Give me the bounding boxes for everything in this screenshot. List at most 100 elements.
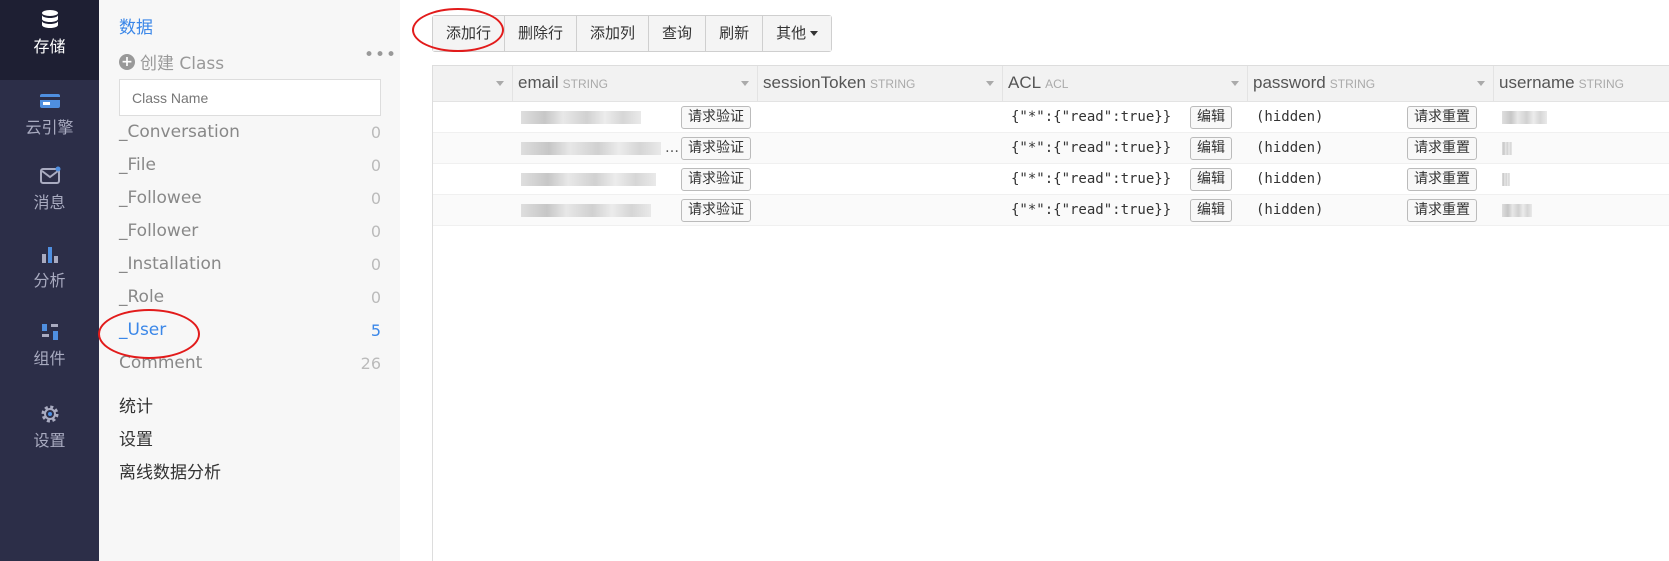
redacted-username <box>1502 111 1547 124</box>
redacted-username <box>1502 204 1532 217</box>
refresh-button[interactable]: 刷新 <box>706 16 764 51</box>
class-item-count: 26 <box>360 354 381 373</box>
engine-icon <box>39 94 60 108</box>
column-type: ACL <box>1045 77 1069 91</box>
class-item-count: 0 <box>370 189 381 208</box>
request-verify-button[interactable]: 请求验证 <box>681 137 751 160</box>
column-type: STRING <box>870 77 916 91</box>
class-item-name: Comment <box>119 353 203 373</box>
request-verify-button[interactable]: 请求验证 <box>681 106 751 129</box>
table-row[interactable]: 请求验证 {"*":{"read":true}} 编辑 (hidden) 请求重… <box>433 195 1669 226</box>
statistics-link[interactable]: 统计 <box>119 392 153 417</box>
class-item[interactable]: _Conversation 0 <box>119 118 381 148</box>
panel-title[interactable]: 数据 <box>119 13 153 38</box>
request-verify-button[interactable]: 请求验证 <box>681 199 751 222</box>
request-reset-button[interactable]: 请求重置 <box>1407 137 1477 160</box>
class-item-count: 0 <box>370 156 381 175</box>
nav-analytics[interactable]: 分析 <box>0 234 99 314</box>
column-header-password[interactable]: password STRING <box>1248 66 1494 102</box>
class-item[interactable]: _File 0 <box>119 151 381 181</box>
column-name: password <box>1253 73 1326 92</box>
redacted-email <box>521 204 651 217</box>
message-icon <box>39 166 60 184</box>
edit-acl-button[interactable]: 编辑 <box>1190 106 1232 129</box>
bar-chart-icon <box>41 247 58 263</box>
column-name: ACL <box>1008 73 1042 92</box>
class-item[interactable]: _Followee 0 <box>119 184 381 214</box>
edit-acl-button[interactable]: 编辑 <box>1190 137 1232 160</box>
class-item[interactable]: _Follower 0 <box>119 217 381 247</box>
more-options-icon[interactable]: ••• <box>364 45 397 65</box>
class-item-name: _Follower <box>119 221 199 241</box>
password-value: (hidden) <box>1256 171 1324 187</box>
table-row[interactable]: 请求验证 {"*":{"read":true}} 编辑 (hidden) 请求重… <box>433 164 1669 195</box>
add-column-button[interactable]: 添加列 <box>577 16 650 51</box>
nav-storage-label: 存储 <box>33 37 66 56</box>
create-class-button[interactable]: + 创建 Class <box>119 49 224 74</box>
column-header-label: password STRING <box>1253 73 1375 93</box>
column-header-sessiontoken[interactable]: sessionToken STRING <box>758 66 1003 102</box>
nav-settings-label: 设置 <box>33 431 66 450</box>
caret-down-icon <box>810 31 819 36</box>
offline-analysis-link[interactable]: 离线数据分析 <box>119 458 221 483</box>
create-class-label: 创建 Class <box>140 54 225 74</box>
column-menu-arrow-icon[interactable] <box>496 81 504 86</box>
redacted-email <box>521 111 641 124</box>
acl-value: {"*":{"read":true}} <box>1011 109 1172 125</box>
request-reset-button[interactable]: 请求重置 <box>1407 168 1477 191</box>
password-value: (hidden) <box>1256 109 1324 125</box>
class-item[interactable]: _Role 0 <box>119 283 381 313</box>
request-reset-button[interactable]: 请求重置 <box>1407 106 1477 129</box>
nav-messages[interactable]: 消息 <box>0 156 99 236</box>
table-row[interactable]: … 请求验证 {"*":{"read":true}} 编辑 (hidden) 请… <box>433 133 1669 164</box>
acl-value: {"*":{"read":true}} <box>1011 171 1172 187</box>
class-item-active[interactable]: _User 5 <box>119 316 381 346</box>
column-type: STRING <box>1329 77 1376 91</box>
class-item-count: 0 <box>370 222 381 241</box>
nav-components[interactable]: 组件 <box>0 312 99 392</box>
class-item-name: _Followee <box>119 188 202 208</box>
nav-messages-label: 消息 <box>33 193 66 212</box>
class-item-count: 0 <box>370 288 381 307</box>
plus-circle-icon: + <box>119 53 135 70</box>
nav-components-label: 组件 <box>33 349 66 368</box>
settings-link[interactable]: 设置 <box>119 425 153 450</box>
class-item-name: _Conversation <box>119 122 240 142</box>
column-header-username[interactable]: username STRING <box>1494 66 1669 102</box>
column-menu-arrow-icon[interactable] <box>986 81 994 86</box>
class-name-search-input[interactable] <box>119 79 381 116</box>
column-menu-arrow-icon[interactable] <box>1477 81 1485 86</box>
components-icon <box>41 324 58 340</box>
nav-analytics-label: 分析 <box>33 271 66 290</box>
class-item[interactable]: _Installation 0 <box>119 250 381 280</box>
add-row-button[interactable]: 添加行 <box>433 16 506 51</box>
password-value: (hidden) <box>1256 140 1324 156</box>
data-grid: email STRING sessionToken STRING ACL ACL pa… <box>432 65 1669 561</box>
column-name: sessionToken <box>763 73 867 92</box>
column-type: STRING <box>562 77 608 91</box>
request-reset-button[interactable]: 请求重置 <box>1407 199 1477 222</box>
column-type: STRING <box>1578 77 1624 91</box>
query-button[interactable]: 查询 <box>649 16 707 51</box>
class-item[interactable]: Comment 26 <box>119 349 381 379</box>
table-row[interactable]: 请求验证 {"*":{"read":true}} 编辑 (hidden) 请求重… <box>433 102 1669 133</box>
nav-cloud-engine[interactable]: 云引擎 <box>0 81 99 161</box>
nav-storage[interactable]: 存储 <box>0 0 99 80</box>
column-name: username <box>1499 73 1575 92</box>
nav-settings[interactable]: 设置 <box>0 394 99 474</box>
delete-row-button[interactable]: 删除行 <box>505 16 578 51</box>
redacted-username <box>1502 173 1510 186</box>
class-item-count: 5 <box>370 321 381 340</box>
column-menu-arrow-icon[interactable] <box>1231 81 1239 86</box>
other-dropdown-button[interactable]: 其他 <box>763 16 832 51</box>
class-item-count: 0 <box>370 255 381 274</box>
data-toolbar: 添加行 删除行 添加列 查询 刷新 其他 <box>432 15 833 52</box>
edit-acl-button[interactable]: 编辑 <box>1190 199 1232 222</box>
class-item-count: 0 <box>370 123 381 142</box>
request-verify-button[interactable]: 请求验证 <box>681 168 751 191</box>
column-header-acl[interactable]: ACL ACL <box>1003 66 1248 102</box>
column-menu-arrow-icon[interactable] <box>741 81 749 86</box>
edit-acl-button[interactable]: 编辑 <box>1190 168 1232 191</box>
column-header-email[interactable]: email STRING <box>513 66 758 102</box>
other-dropdown-label: 其他 <box>776 24 807 42</box>
